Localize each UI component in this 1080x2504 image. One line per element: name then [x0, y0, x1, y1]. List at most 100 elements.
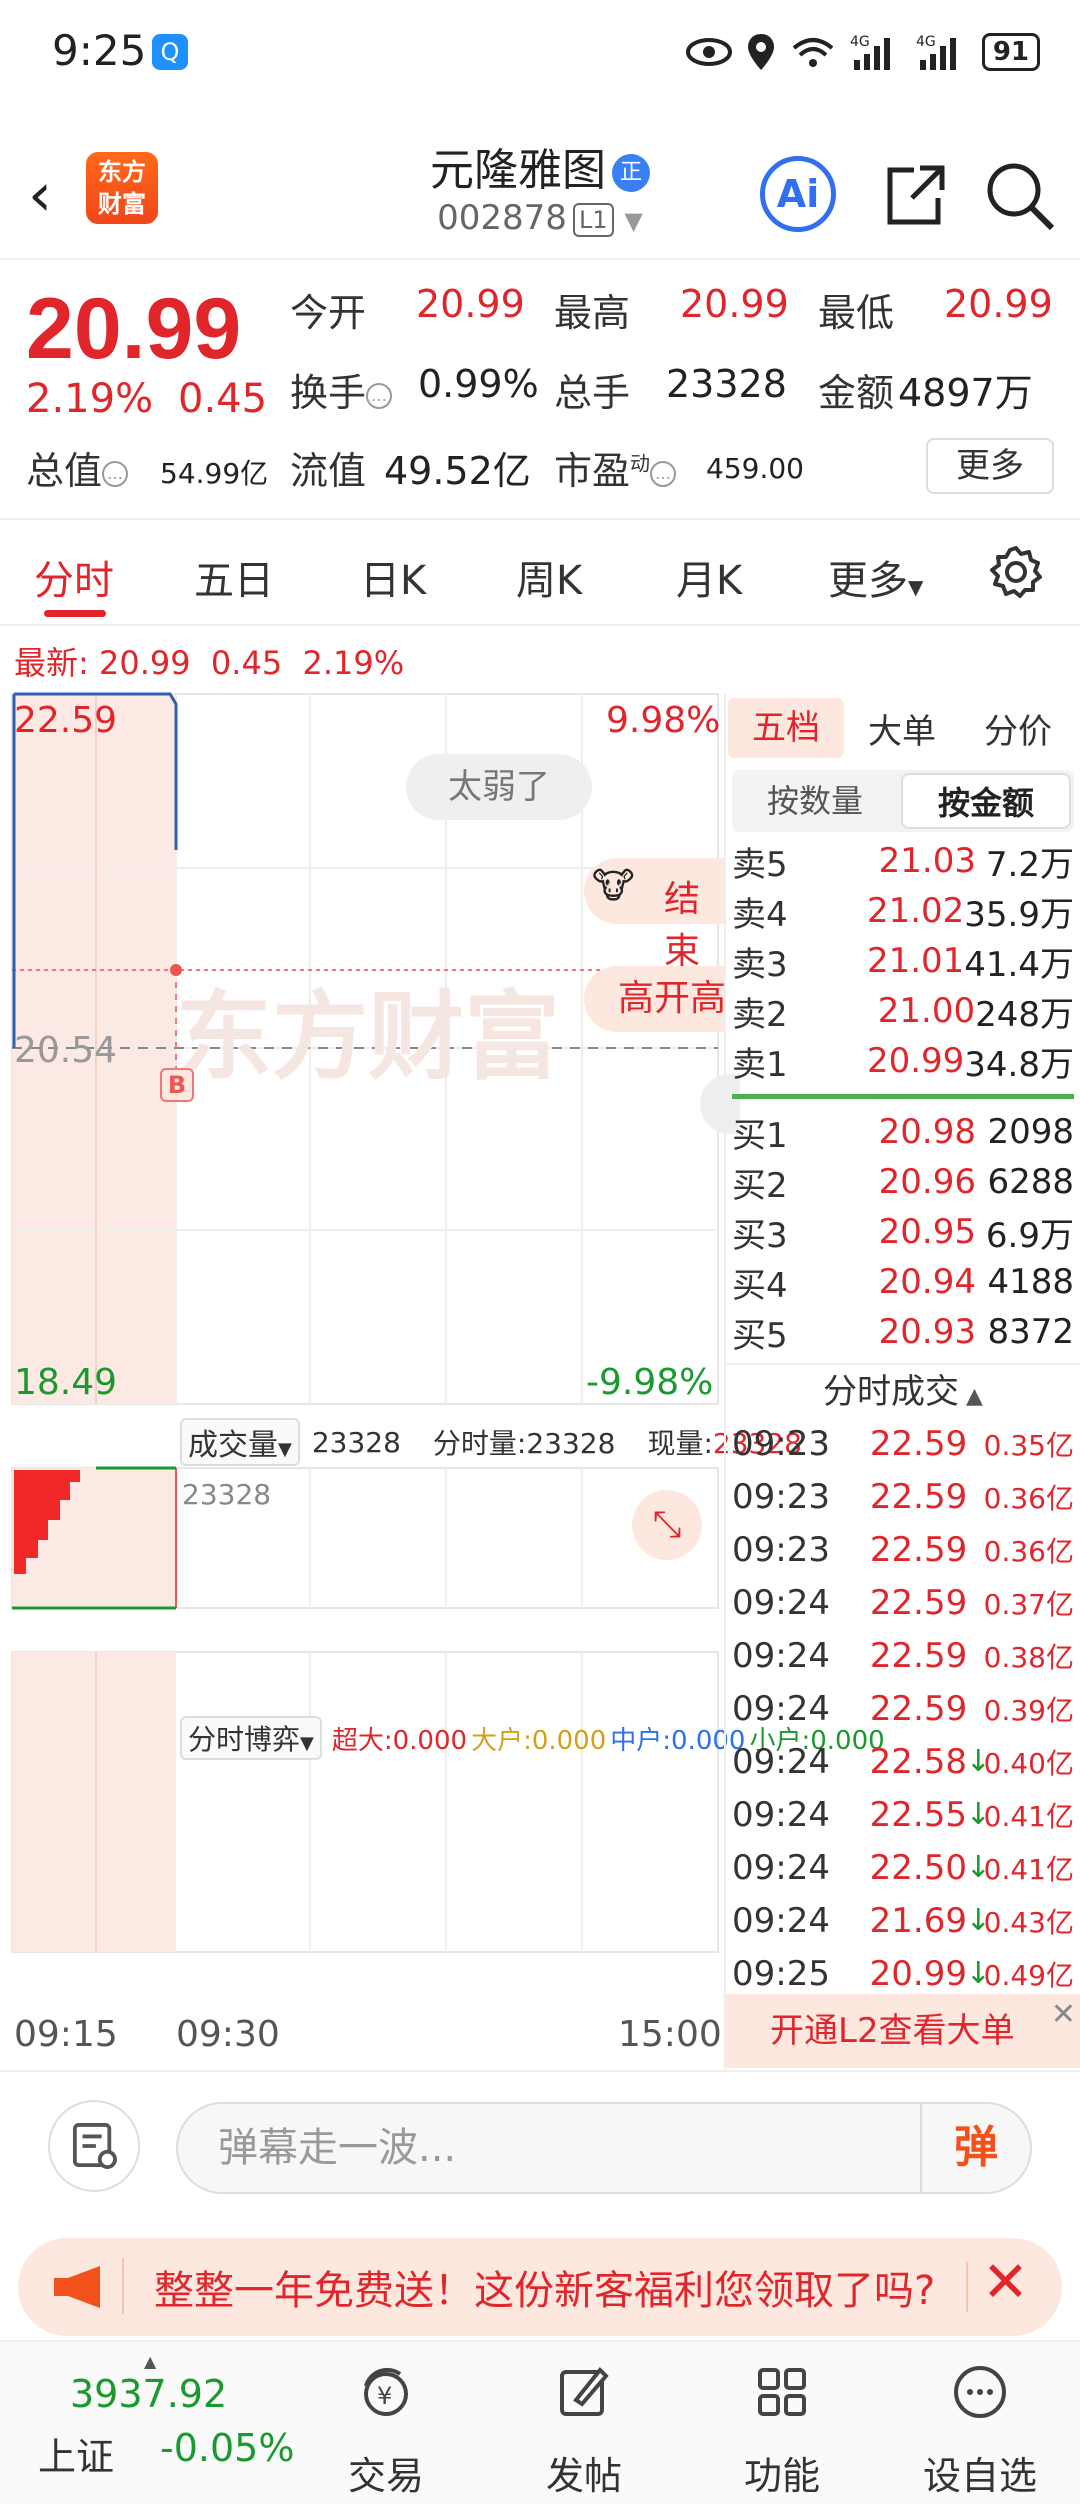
trade-list[interactable]: 09:23 22.59 0.35亿 09:23 22.59 0.36亿 09:23 22.59…: [726, 1417, 1080, 2000]
order-volume: 34.8万: [964, 1044, 1074, 1085]
tab-more[interactable]: 更多▼: [828, 548, 923, 606]
trade-time: 09:24: [732, 1582, 830, 1623]
turnover-label[interactable]: 换手…: [290, 362, 393, 417]
event-tag-high-open[interactable]: 高开高: [584, 966, 724, 1032]
trade-time: 09:24: [732, 1794, 830, 1835]
trades-header[interactable]: 分时成交 ▲: [726, 1363, 1080, 1417]
order-row: 买5 20.93 8372: [726, 1307, 1080, 1357]
latest-percent: 2.19%: [302, 644, 405, 682]
volume-selector-label: 成交量: [188, 1428, 278, 1463]
index-value: 3937.92: [70, 2372, 228, 2416]
tab-weekly-k[interactable]: 周K: [516, 548, 582, 606]
battery-indicator: 91: [981, 33, 1040, 71]
triangle-up-icon: ▲: [144, 2352, 157, 2371]
volume-selector[interactable]: 成交量▼: [180, 1418, 300, 1466]
nav-trade[interactable]: ¥ 交易: [306, 2362, 466, 2500]
promo-text: 整整一年免费送！这份新客福利您领取了吗?: [154, 2268, 936, 2314]
mktcap-label[interactable]: 总值…: [26, 440, 129, 495]
order-price: 20.98: [878, 1112, 976, 1152]
expand-icon[interactable]: ⤡: [632, 1490, 702, 1560]
volume-value: 23328: [666, 362, 787, 406]
signal-4g-icon: 4G: [850, 34, 890, 70]
change-percent: 2.19%: [26, 376, 154, 422]
order-book-tabs: 五档 大单 分价: [726, 694, 1080, 762]
trade-amount: 0.40亿: [983, 1746, 1074, 1780]
pe-label[interactable]: 市盈动…: [554, 440, 677, 495]
signal-4g-icon-2: 4G: [916, 34, 956, 70]
order-price: 21.03: [878, 841, 976, 881]
share-icon[interactable]: [874, 156, 954, 236]
close-icon[interactable]: ✕: [982, 2250, 1029, 2315]
gear-icon[interactable]: [988, 544, 1044, 600]
latest-change: 0.45: [210, 644, 283, 682]
game-selector[interactable]: 分时博弈▼: [180, 1716, 322, 1760]
comment-settings-icon[interactable]: [48, 2100, 140, 2192]
info-icon: …: [366, 382, 393, 409]
order-level: 卖3: [732, 944, 788, 985]
order-volume: 6.9万: [985, 1215, 1074, 1256]
order-volume: 8372: [987, 1312, 1074, 1352]
trade-row: 09:25 20.99 ↓ 0.49亿: [726, 1947, 1080, 2000]
tab-price-dist[interactable]: 分价: [960, 704, 1076, 753]
order-level: 卖4: [732, 894, 788, 935]
trade-amount: 0.37亿: [983, 1587, 1074, 1621]
volume-now-label: 现量:: [647, 1427, 713, 1460]
trade-time: 09:23: [732, 1529, 830, 1570]
nav-functions[interactable]: 功能: [702, 2362, 862, 2500]
open-label: 今开: [290, 291, 367, 335]
active-tab-indicator: [44, 610, 106, 617]
status-right-icons: 4G 4G 91: [685, 30, 1040, 74]
buy-marker[interactable]: B: [160, 1068, 194, 1102]
time-mid: 09:30: [176, 2014, 280, 2055]
index-name: 上证: [38, 2435, 115, 2479]
megaphone-icon: [54, 2266, 100, 2308]
sentiment-bubble[interactable]: 太弱了: [406, 754, 592, 820]
mode-by-quantity[interactable]: 按数量: [732, 770, 898, 832]
nav-post[interactable]: 发帖: [504, 2362, 664, 2500]
svg-text:¥: ¥: [377, 2382, 392, 2410]
latest-label: 最新:: [14, 644, 89, 682]
tab-more-label: 更多: [828, 558, 908, 604]
level-badge: L1: [572, 202, 614, 237]
tab-monthly-k[interactable]: 月K: [676, 548, 742, 606]
tab-daily-k[interactable]: 日K: [360, 548, 426, 606]
order-volume: 4188: [987, 1262, 1074, 1302]
order-row: 买4 20.94 4188: [726, 1257, 1080, 1307]
tab-big-orders[interactable]: 大单: [844, 704, 960, 753]
nav-functions-label: 功能: [743, 2454, 820, 2498]
danmaku-input[interactable]: 弹幕走一波...: [176, 2102, 1032, 2194]
low-label: 最低: [818, 291, 895, 335]
tab-intraday[interactable]: 分时: [34, 548, 114, 606]
volume-axis-label: 23328: [182, 1478, 272, 1511]
order-row: 买2 20.96 6288: [726, 1157, 1080, 1207]
search-icon[interactable]: [980, 156, 1060, 236]
tab-five-day[interactable]: 五日: [194, 548, 274, 606]
trade-price: 22.59: [869, 1529, 968, 1570]
ask-list: 卖5 21.03 7.2万 卖4 21.02 35.9万 卖3 21.01 41.4万 卖2 21.…: [726, 836, 1080, 1086]
mode-by-amount[interactable]: 按金额: [901, 773, 1071, 829]
close-icon[interactable]: ✕: [1051, 1978, 1076, 2052]
nav-add-watchlist[interactable]: 设自选: [900, 2362, 1060, 2500]
caret-down-icon: ▼: [278, 1439, 292, 1460]
nav-watchlist-label: 设自选: [922, 2454, 1037, 2498]
eye-icon: [685, 38, 732, 66]
more-button[interactable]: 更多: [926, 438, 1054, 494]
volume-total: 23328: [311, 1425, 401, 1459]
trade-row: 09:23 22.59 0.36亿: [726, 1470, 1080, 1523]
index-change: -0.05%: [160, 2426, 295, 2470]
order-volume: 41.4万: [964, 944, 1074, 985]
game-super: 超大:0.000: [331, 1725, 468, 1756]
high-label: 最高: [554, 291, 631, 335]
info-icon: …: [102, 460, 129, 487]
index-ticker[interactable]: ▲ 3937.92 上证 -0.05%: [18, 2352, 318, 2496]
trade-amount: 0.36亿: [983, 1534, 1074, 1568]
trade-time: 09:23: [732, 1476, 830, 1517]
functions-icon: [758, 2368, 806, 2416]
tab-five-level[interactable]: 五档: [728, 698, 844, 758]
ai-assistant-icon[interactable]: Ai: [760, 156, 836, 232]
danmaku-send-button[interactable]: 弹: [920, 2104, 1030, 2192]
event-tag-end[interactable]: 🐮 结束: [584, 858, 724, 972]
promo-banner[interactable]: 整整一年免费送！这份新客福利您领取了吗? ✕: [18, 2238, 1062, 2336]
time-end: 15:00: [618, 2014, 722, 2055]
l2-upgrade-banner[interactable]: 开通L2查看大单 ✕: [726, 1994, 1080, 2068]
